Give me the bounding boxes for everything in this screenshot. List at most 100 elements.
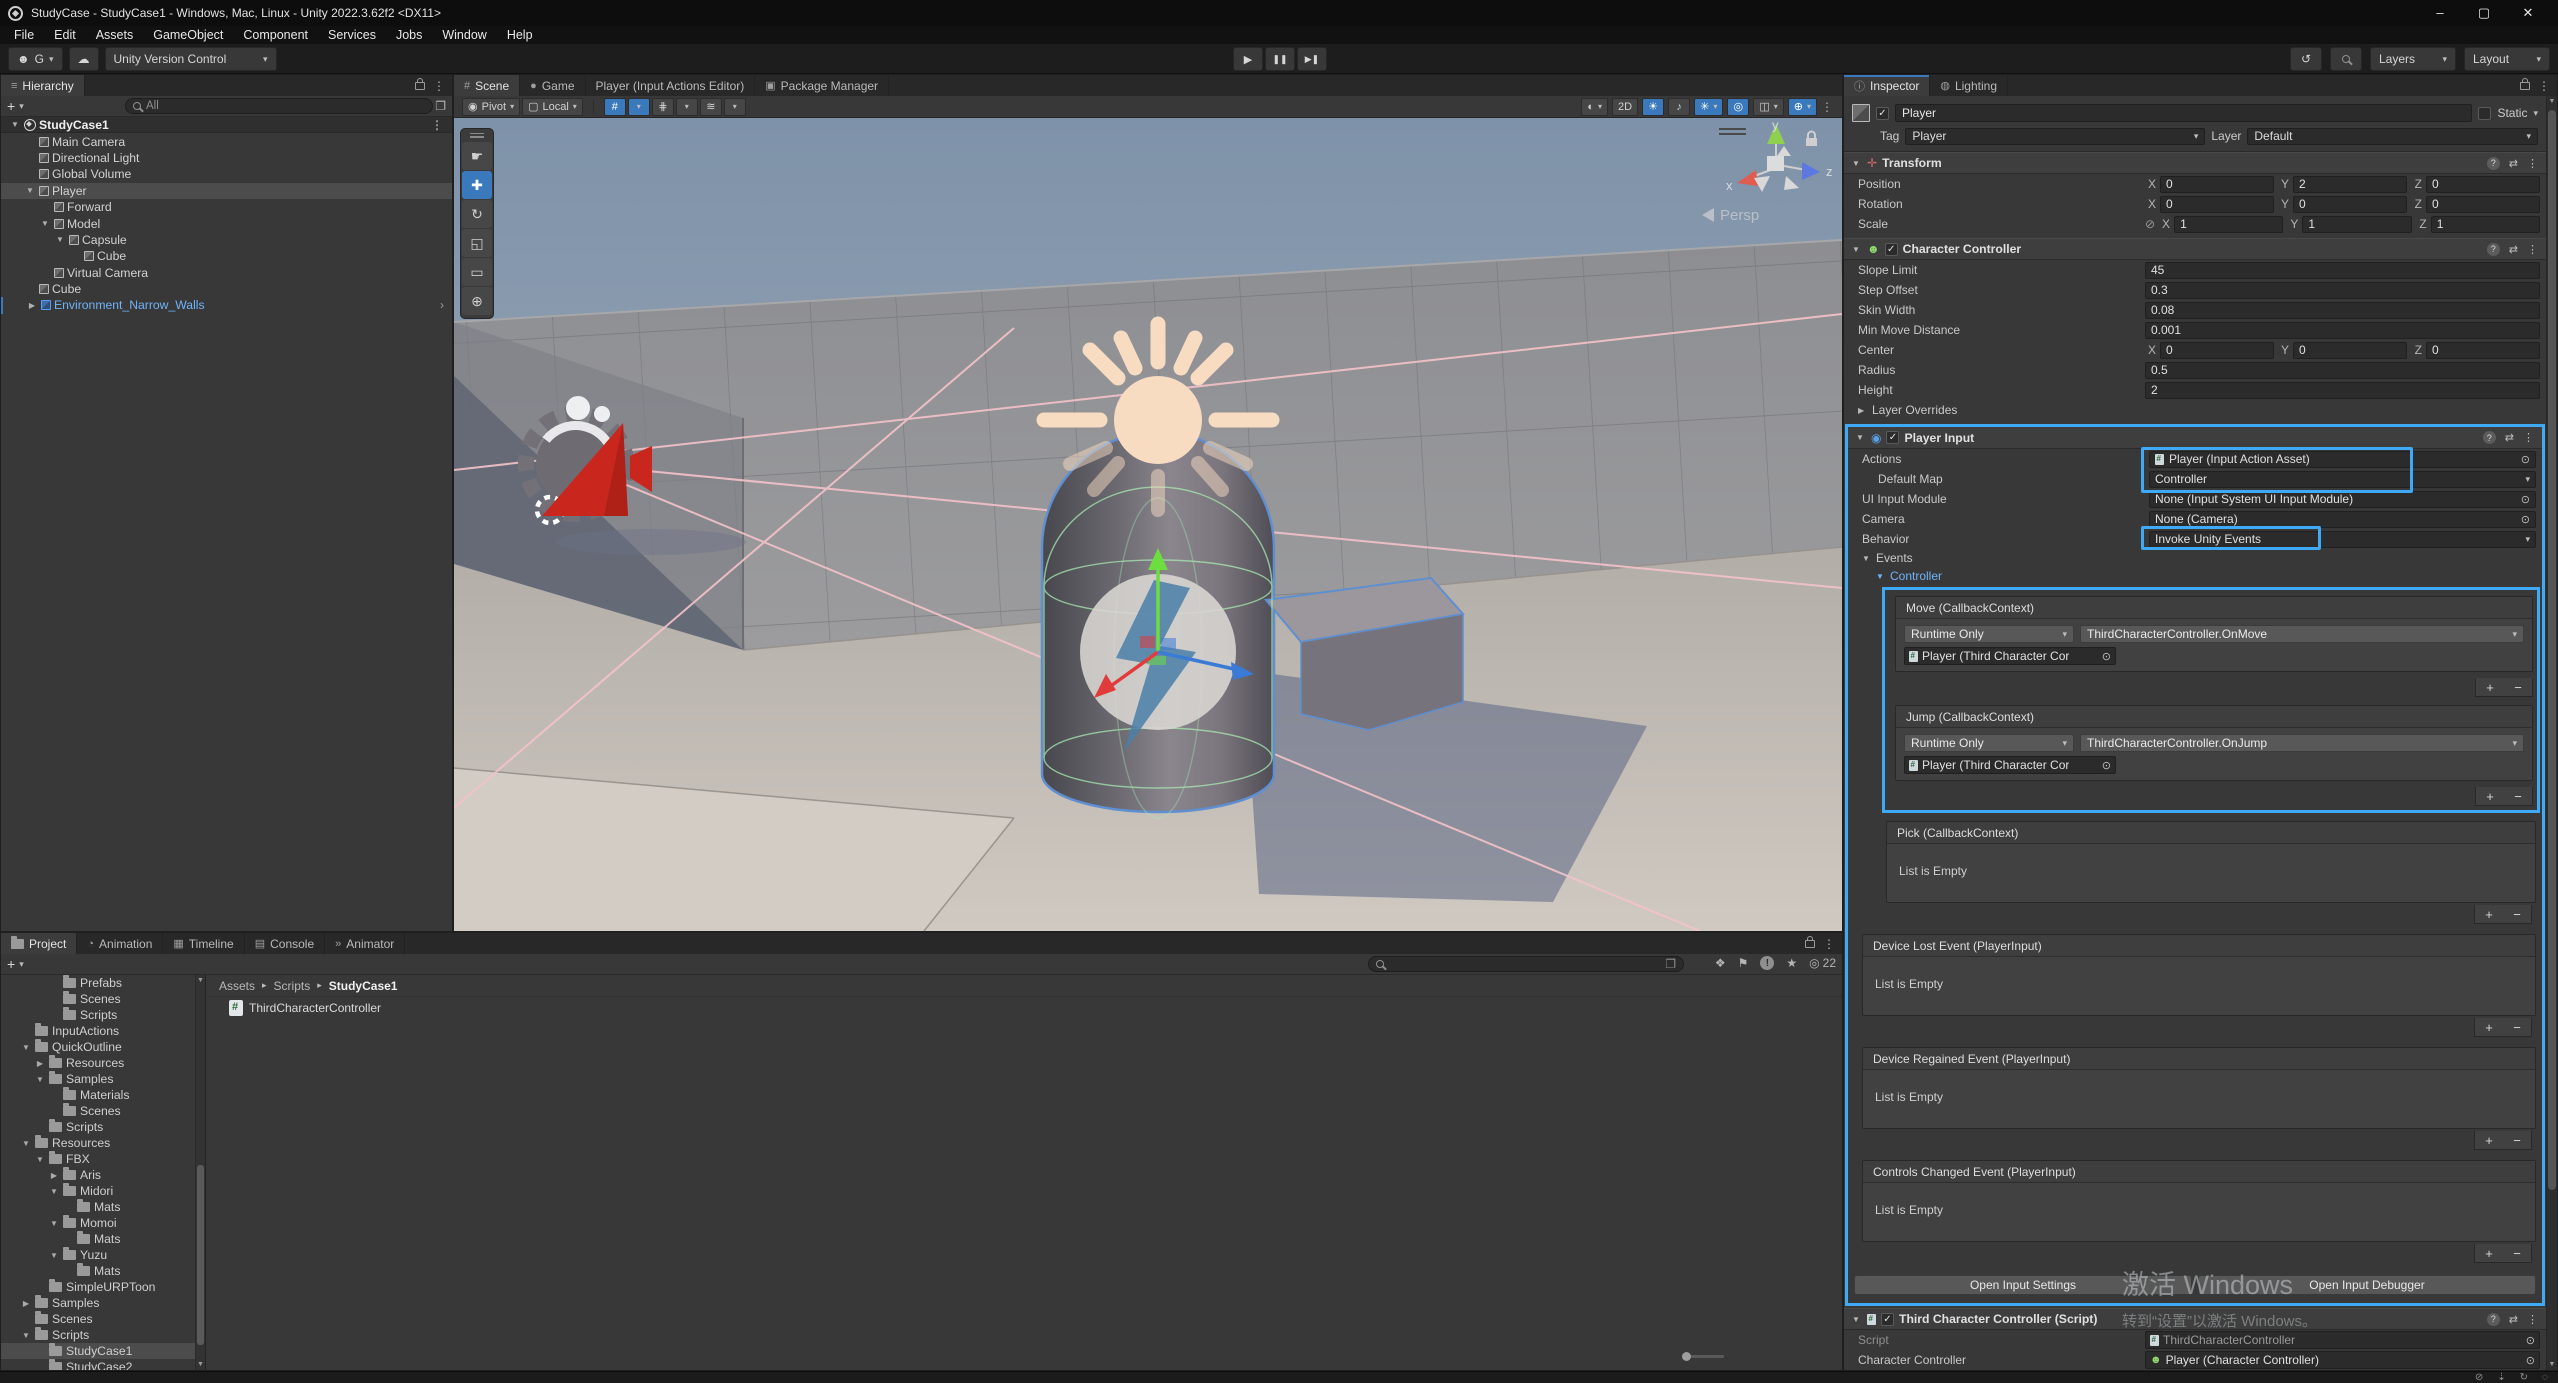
minimize-button[interactable]: – [2418, 5, 2462, 21]
hierarchy-item-player[interactable]: ▼Player [1, 183, 452, 199]
center-z-field[interactable]: 0 [2426, 342, 2540, 359]
scale-y-field[interactable]: 1 [2302, 216, 2411, 233]
scale-tool-button[interactable]: ◱ [462, 229, 492, 257]
help-icon[interactable]: ? [2487, 157, 2500, 170]
position-y-field[interactable]: 2 [2293, 176, 2407, 193]
rotation-lock-icon[interactable] [1806, 138, 1817, 146]
third-character-controller-header[interactable]: ▼ ✓ Third Character Controller (Script) … [1844, 1308, 2546, 1330]
foldout-icon[interactable]: ▶ [1858, 406, 1868, 415]
folder-scenes-root[interactable]: Scenes [1, 1311, 205, 1327]
hierarchy-item-directional-light[interactable]: Directional Light [1, 150, 452, 166]
close-button[interactable]: ✕ [2506, 5, 2550, 21]
add-event-button[interactable]: + [2485, 1246, 2493, 1261]
transform-header[interactable]: ▼ ✛ Transform ?⇄⋮ [1844, 152, 2546, 174]
foldout-icon[interactable]: ▼ [1856, 433, 1866, 442]
help-icon[interactable]: ? [2483, 431, 2496, 444]
enabled-checkbox[interactable]: ✓ [1885, 243, 1898, 256]
actions-object-field[interactable]: Player (Input Action Asset)⊙ [2149, 451, 2536, 468]
chevron-down-icon[interactable]: ▾ [19, 101, 24, 112]
open-new-window-icon[interactable]: ❐ [435, 99, 446, 113]
scene-viewport[interactable]: y x z Persp ☛ ✚ ↻ ◱ ▭ ⊕ [454, 118, 1842, 931]
menu-window[interactable]: Window [432, 28, 496, 42]
hierarchy-item-environment-narrow-walls[interactable]: ▶Environment_Narrow_Walls› [1, 297, 452, 313]
pivot-toggle[interactable]: ◉Pivot▾ [462, 98, 520, 116]
more-icon[interactable]: ⋮ [2527, 1313, 2538, 1326]
folder-momoi[interactable]: ▼Momoi [1, 1215, 205, 1231]
name-field[interactable]: Player [1895, 104, 2472, 122]
object-picker-icon[interactable]: ⊙ [2102, 759, 2111, 772]
static-dropdown-icon[interactable]: ▾ [2533, 108, 2538, 119]
folder-mats-1[interactable]: Mats [1, 1199, 205, 1215]
default-map-dropdown[interactable]: Controller▾ [2149, 471, 2536, 488]
folder-mats-2[interactable]: Mats [1, 1231, 205, 1247]
expander-icon[interactable]: ▼ [9, 120, 21, 129]
step-offset-field[interactable]: 0.3 [2145, 282, 2540, 299]
refresh-icon[interactable]: ↻ [2520, 1372, 2528, 1383]
hierarchy-item-cube[interactable]: Cube [1, 281, 452, 297]
expander-icon[interactable]: ▼ [24, 186, 36, 195]
scrollbar-thumb[interactable] [197, 1165, 204, 1345]
tab-console[interactable]: ▤Console [245, 933, 325, 954]
scroll-down-icon[interactable]: ▼ [196, 1361, 205, 1368]
more-icon[interactable]: ⋮ [433, 79, 446, 93]
file-item[interactable]: ThirdCharacterController [207, 997, 1842, 1016]
menu-gameobject[interactable]: GameObject [143, 28, 233, 42]
snap-toggle[interactable]: ⋕ [652, 98, 674, 116]
more-icon[interactable]: ⋮ [431, 118, 452, 132]
enabled-checkbox[interactable]: ✓ [1886, 431, 1899, 444]
menu-services[interactable]: Services [318, 28, 386, 42]
transform-tool-button[interactable]: ⊕ [462, 287, 492, 315]
notifications-muted-icon[interactable]: ⊘ [2475, 1372, 2483, 1383]
tree-scrollbar[interactable]: ▼ ▼ [195, 975, 205, 1370]
menu-assets[interactable]: Assets [86, 28, 144, 42]
menu-component[interactable]: Component [233, 28, 318, 42]
hierarchy-item-capsule[interactable]: ▼Capsule [1, 232, 452, 248]
radius-field[interactable]: 0.5 [2145, 362, 2540, 379]
add-event-button[interactable]: + [2485, 1020, 2493, 1035]
hierarchy-item-virtual-camera[interactable]: Virtual Camera [1, 265, 452, 281]
progress-icon[interactable]: ◌ [2542, 1372, 2548, 1383]
height-field[interactable]: 2 [2145, 382, 2540, 399]
add-event-button[interactable]: + [2486, 680, 2494, 695]
folder-inputactions[interactable]: InputActions [1, 1023, 205, 1039]
hierarchy-item-global-volume[interactable]: Global Volume [1, 166, 452, 182]
folder-resources[interactable]: ▶Resources [1, 1055, 205, 1071]
camera-settings-button[interactable]: ◫▾ [1753, 98, 1783, 116]
view-tool-button[interactable]: ☛ [462, 142, 492, 170]
more-icon[interactable]: ⋮ [2527, 157, 2538, 170]
remove-event-button[interactable]: − [2514, 680, 2522, 695]
inspector-scrollbar[interactable]: ▼ ▼ [2546, 96, 2557, 1370]
create-button[interactable]: + [7, 956, 15, 972]
layers-dropdown[interactable]: Layers ▾ [2370, 47, 2456, 71]
foldout-icon[interactable]: ▼ [1852, 1315, 1862, 1324]
search-by-label-icon[interactable]: ⚑ [1738, 956, 1749, 970]
skin-width-field[interactable]: 0.08 [2145, 302, 2540, 319]
grid-snapping-dropdown[interactable]: ▾ [628, 98, 650, 116]
menu-help[interactable]: Help [497, 28, 543, 42]
search-by-type-icon[interactable]: ❖ [1715, 956, 1726, 970]
tab-animation[interactable]: ◔Animation [77, 933, 163, 954]
folder-samples[interactable]: ▼Samples [1, 1071, 205, 1087]
remove-event-button[interactable]: − [2513, 1133, 2521, 1148]
foldout-icon[interactable]: ▼ [1852, 159, 1862, 168]
hierarchy-item-cube-child[interactable]: Cube [1, 248, 452, 264]
folder-materials[interactable]: Materials [1, 1087, 205, 1103]
expander-icon[interactable]: ▼ [39, 219, 51, 228]
move-target-object-field[interactable]: Player (Third Character Cor⊙ [1904, 647, 2116, 665]
ui-module-object-field[interactable]: None (Input System UI Input Module)⊙ [2149, 491, 2536, 508]
hierarchy-search-input[interactable] [146, 100, 425, 112]
undo-history-button[interactable]: ↺ [2290, 47, 2322, 71]
move-tool-button[interactable]: ✚ [462, 171, 492, 199]
scene-lighting-toggle[interactable]: ☀ [1642, 98, 1664, 116]
object-picker-icon[interactable]: ⊙ [2526, 1334, 2535, 1347]
download-icon[interactable]: ⇣ [2497, 1372, 2505, 1383]
folder-scripts-root[interactable]: ▼Scripts [1, 1327, 205, 1343]
visibility-icon[interactable]: ◎ [1809, 956, 1819, 970]
object-picker-icon[interactable]: ⊙ [2526, 1354, 2535, 1367]
remove-event-button[interactable]: − [2513, 907, 2521, 922]
menu-edit[interactable]: Edit [44, 28, 86, 42]
object-picker-icon[interactable]: ⊙ [2521, 513, 2530, 526]
breadcrumb-scripts[interactable]: Scripts [274, 979, 311, 993]
folder-samples-root[interactable]: ▶Samples [1, 1295, 205, 1311]
effects-toggle[interactable]: ✳▾ [1694, 98, 1723, 116]
